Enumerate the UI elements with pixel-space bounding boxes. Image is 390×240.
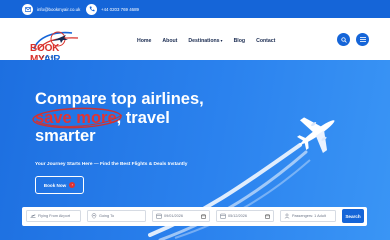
plane-takeoff-icon	[30, 214, 36, 218]
top-contact-bar: info@bookmyair.co.uk +44 0203 769 4689	[0, 0, 390, 18]
book-now-label: Book Now	[43, 182, 67, 188]
calendar-icon	[220, 213, 226, 219]
calendar-icon	[156, 213, 162, 219]
return-date-field[interactable]: 05/12/2026	[216, 210, 274, 222]
phone-icon	[86, 3, 97, 15]
flying-from-placeholder: Flying From Airport	[38, 214, 71, 218]
highlight-scribble-icon	[32, 107, 123, 129]
search-icon	[340, 36, 347, 43]
arrow-right-icon: ›	[69, 182, 76, 188]
location-pin-icon	[91, 213, 97, 219]
depart-date-value: 09/01/2026	[164, 214, 184, 218]
email-icon	[22, 3, 33, 15]
depart-date-field[interactable]: 09/01/2026	[152, 210, 210, 222]
going-to-placeholder: Going To	[99, 214, 115, 218]
main-nav: Home About Destinations▾ Blog Contact	[137, 38, 286, 44]
nav-about[interactable]: About	[162, 38, 177, 44]
going-to-field[interactable]: Going To	[87, 210, 146, 222]
chevron-down-icon: ▾	[220, 38, 223, 43]
book-now-button[interactable]: Book Now ›	[35, 176, 84, 194]
hamburger-menu-button[interactable]	[356, 33, 369, 46]
search-flights-button[interactable]: Search	[342, 209, 364, 223]
nav-contact[interactable]: Contact	[256, 38, 275, 44]
phone-text[interactable]: +44 0203 769 4689	[101, 7, 139, 12]
nav-home[interactable]: Home	[137, 38, 151, 44]
nav-blog[interactable]: Blog	[234, 38, 246, 44]
email-text[interactable]: info@bookmyair.co.uk	[37, 7, 80, 12]
hero-subtitle: Your Journey Starts Here — Find the Best…	[35, 162, 188, 167]
user-icon	[284, 213, 290, 219]
passengers-value: Passengers: 1 Adult	[292, 214, 326, 218]
date-picker-icon[interactable]	[201, 214, 206, 219]
hamburger-menu-icon	[359, 37, 366, 42]
nav-destinations[interactable]: Destinations▾	[188, 38, 222, 44]
return-date-value: 05/12/2026	[228, 214, 248, 218]
email-contact[interactable]: info@bookmyair.co.uk	[22, 3, 80, 15]
date-picker-icon[interactable]	[265, 214, 270, 219]
passengers-field[interactable]: Passengers: 1 Adult	[280, 210, 336, 222]
flight-search-form: Flying From Airport Going To 09/01/2026 …	[22, 207, 367, 226]
header-search-button[interactable]	[337, 33, 350, 46]
phone-contact[interactable]: +44 0203 769 4689	[86, 3, 139, 15]
flying-from-field[interactable]: Flying From Airport	[26, 210, 81, 222]
nav-destinations-label: Destinations	[188, 38, 220, 44]
